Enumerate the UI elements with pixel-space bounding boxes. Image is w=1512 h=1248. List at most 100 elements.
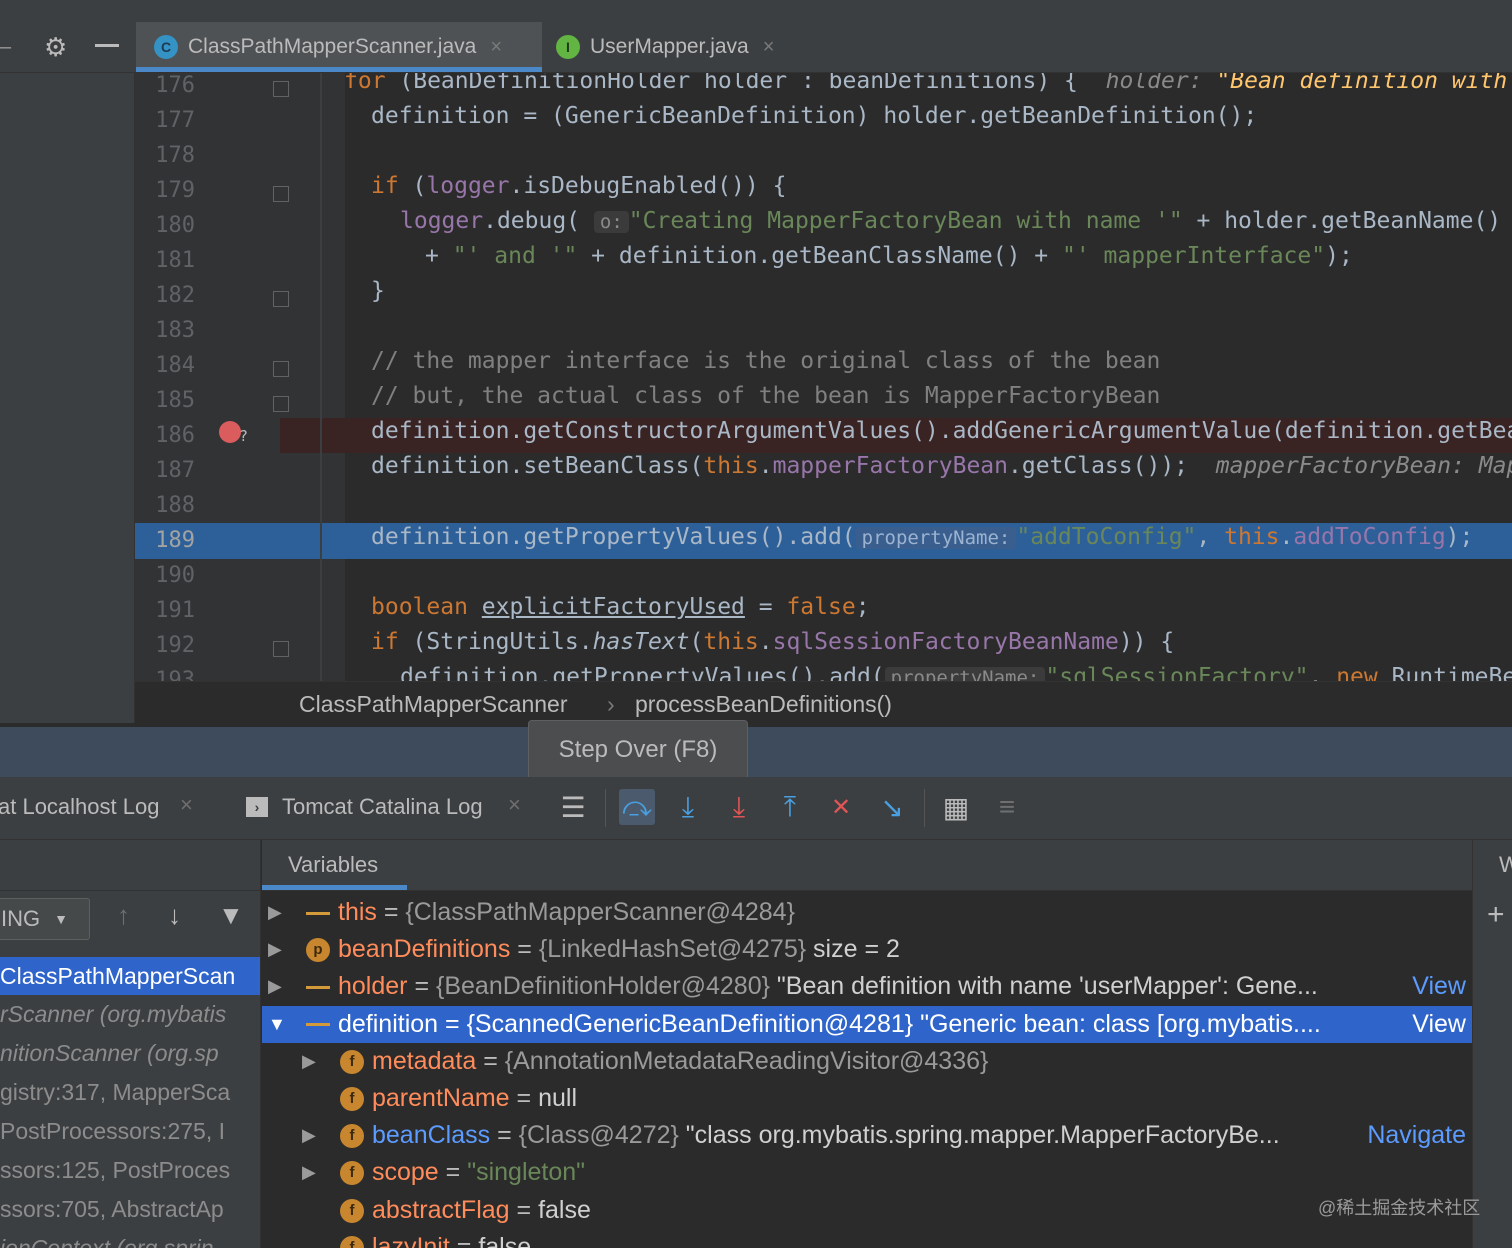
fold-marker-icon[interactable] <box>273 186 289 202</box>
step-over-icon[interactable]: ⤼ <box>619 789 655 825</box>
variable-type: {Class@4272} <box>518 1121 679 1150</box>
arrow-down-icon[interactable]: ↓ <box>168 900 181 931</box>
fold-marker-icon[interactable] <box>273 361 289 377</box>
variable-type: {LinkedHashSet@4275} <box>538 935 807 964</box>
stack-frame[interactable]: gistry:317, MapperSca <box>0 1073 260 1111</box>
run-to-cursor-icon[interactable]: ↘ <box>874 789 910 825</box>
field-icon: f <box>340 1161 364 1186</box>
code-line-192: if (StringUtils.hasText(this.sqlSessionF… <box>371 629 1174 655</box>
variable-link[interactable]: Navigate <box>1367 1117 1466 1154</box>
parameter-icon: p <box>306 938 330 963</box>
filter-icon[interactable]: ▼ <box>218 900 244 931</box>
variables-title[interactable]: Variables <box>288 852 378 878</box>
stack-frame[interactable]: ssors:125, PostProces <box>0 1151 260 1189</box>
variable-name: this <box>338 898 377 926</box>
breadcrumb-method[interactable]: processBeanDefinitions() <box>635 691 892 718</box>
line-number: 188 <box>155 493 195 518</box>
line-number: 192 <box>155 633 195 658</box>
tab-tomcat-catalina-log[interactable]: Tomcat Catalina Log <box>282 794 483 820</box>
code-line-180: logger.debug( o: "Creating MapperFactoryB… <box>400 208 1501 234</box>
collapse-icon[interactable]: – <box>0 36 11 59</box>
fold-marker-icon[interactable] <box>273 396 289 412</box>
expand-arrow-icon[interactable]: ▶ <box>302 1117 316 1154</box>
code-editor[interactable]: 176 177 178 179 180 181 182 183 184 185 … <box>135 73 1512 681</box>
drop-frame-icon[interactable]: ✕ <box>823 789 859 825</box>
thread-selector[interactable]: ING ▼ <box>0 898 90 940</box>
variable-value: size = 2 <box>806 935 900 964</box>
watches-title[interactable]: W <box>1499 852 1512 878</box>
line-number: 191 <box>155 598 195 623</box>
show-execution-point-icon[interactable]: ☰ <box>555 789 591 825</box>
gear-icon[interactable]: ⚙ <box>44 32 67 63</box>
trace-current-stream-icon[interactable]: ≡ <box>989 789 1025 825</box>
expand-arrow-icon[interactable]: ▶ <box>268 968 282 1005</box>
minimize-icon[interactable] <box>95 44 119 47</box>
force-step-into-icon[interactable]: ⤓ <box>721 789 757 825</box>
variable-link[interactable]: View <box>1412 1006 1466 1043</box>
variable-row[interactable]: ▼ definition = {ScannedGenericBeanDefinit… <box>262 1005 1472 1043</box>
variable-row[interactable]: ▶ f beanClass = {Class@4272} "class org.my… <box>262 1117 1472 1154</box>
variable-row[interactable]: f parentName = null <box>262 1080 1472 1117</box>
object-icon <box>306 975 330 999</box>
close-icon[interactable]: × <box>763 36 775 59</box>
code-line-189: definition.getPropertyValues().add(prope… <box>371 524 1473 550</box>
variable-row[interactable]: ▶ holder = {BeanDefinitionHolder@4280} "B… <box>262 968 1472 1005</box>
variable-row[interactable]: ▶ f metadata = {AnnotationMetadataReadingV… <box>262 1043 1472 1080</box>
arrow-up-icon[interactable]: ↑ <box>117 900 130 931</box>
code-line-182: } <box>371 278 385 304</box>
stack-frame[interactable]: ssors:705, AbstractAp <box>0 1190 260 1228</box>
tab-usermapper[interactable]: I UserMapper.java × <box>556 22 816 72</box>
code-line-176: for (BeanDefinitionHolder holder : beanD… <box>344 73 1512 94</box>
line-number: 177 <box>155 108 195 133</box>
stack-frame[interactable]: ClassPathMapperScan <box>0 957 260 995</box>
expand-arrow-icon[interactable]: ▶ <box>302 1043 316 1080</box>
stack-frame[interactable]: ionContext (org.sprin <box>0 1229 260 1248</box>
variable-row[interactable]: f lazyInit = false <box>262 1229 1472 1248</box>
field: addToConfig <box>1293 524 1446 550</box>
editor-tab-bar: – ⚙ C ClassPathMapperScanner.java × I Us… <box>0 22 1512 73</box>
fold-marker-icon[interactable] <box>273 641 289 657</box>
parameter-hint: o: <box>593 211 629 233</box>
expand-arrow-icon[interactable]: ▶ <box>268 931 282 968</box>
line-number: 186 <box>155 423 195 448</box>
variable-row[interactable]: ▶ f scope = "singleton" <box>262 1154 1472 1191</box>
keyword: for <box>344 73 386 94</box>
code-text: )) { <box>1118 629 1175 655</box>
field: mapperFactoryBean <box>772 453 1008 479</box>
breakpoint-icon[interactable] <box>219 421 241 443</box>
tab-classpathmapperscanner[interactable]: C ClassPathMapperScanner.java × <box>136 22 542 72</box>
expand-arrow-icon[interactable]: ▶ <box>302 1154 316 1191</box>
variable-type: {ScannedGenericBeanDefinition@4281} <box>466 1009 914 1038</box>
collapse-arrow-icon[interactable]: ▼ <box>268 1006 286 1043</box>
code-line-177: definition = (GenericBeanDefinition) hol… <box>371 103 1258 129</box>
variable-row[interactable]: ▶ p beanDefinitions = {LinkedHashSet@4275}… <box>262 931 1472 968</box>
stack-frame[interactable]: PostProcessors:275, I <box>0 1112 260 1150</box>
equals-sign: = <box>490 1121 519 1150</box>
step-out-icon[interactable]: ⤒ <box>772 789 808 825</box>
breadcrumb-class[interactable]: ClassPathMapperScanner <box>299 691 567 718</box>
close-icon[interactable]: × <box>508 792 521 818</box>
variable-row[interactable]: f abstractFlag = false <box>262 1192 1472 1229</box>
variable-link[interactable]: View <box>1412 968 1466 1005</box>
stack-frame[interactable]: rScanner (org.mybatis <box>0 995 260 1033</box>
add-watch-icon[interactable]: + <box>1487 898 1505 932</box>
step-into-icon[interactable]: ⤓ <box>670 789 706 825</box>
variable-value: "Bean definition with name 'userMapper':… <box>769 972 1318 1001</box>
fold-marker-icon[interactable] <box>273 291 289 307</box>
variable-type: {AnnotationMetadataReadingVisitor@4336} <box>504 1046 989 1075</box>
field: logger <box>426 173 510 199</box>
stack-frame[interactable]: nitionScanner (org.sp <box>0 1034 260 1072</box>
code-text: . <box>1279 524 1294 550</box>
variable-row[interactable]: ▶ this = {ClassPathMapperScanner@4284} <box>262 894 1472 931</box>
close-icon[interactable]: × <box>490 36 502 59</box>
close-icon[interactable]: × <box>180 792 193 818</box>
variable-value: false <box>538 1195 591 1224</box>
variable-name: metadata <box>372 1046 477 1075</box>
evaluate-expression-icon[interactable]: ▦ <box>938 789 974 825</box>
fold-marker-icon[interactable] <box>273 81 289 97</box>
expand-arrow-icon[interactable]: ▶ <box>268 894 282 931</box>
inline-value: mapperFactoryBean: Mapp <box>1215 453 1512 479</box>
tab-localhost-log[interactable]: at Localhost Log <box>0 794 159 820</box>
keyword: new <box>1336 664 1378 681</box>
code-text: RuntimeBea <box>1391 664 1512 681</box>
